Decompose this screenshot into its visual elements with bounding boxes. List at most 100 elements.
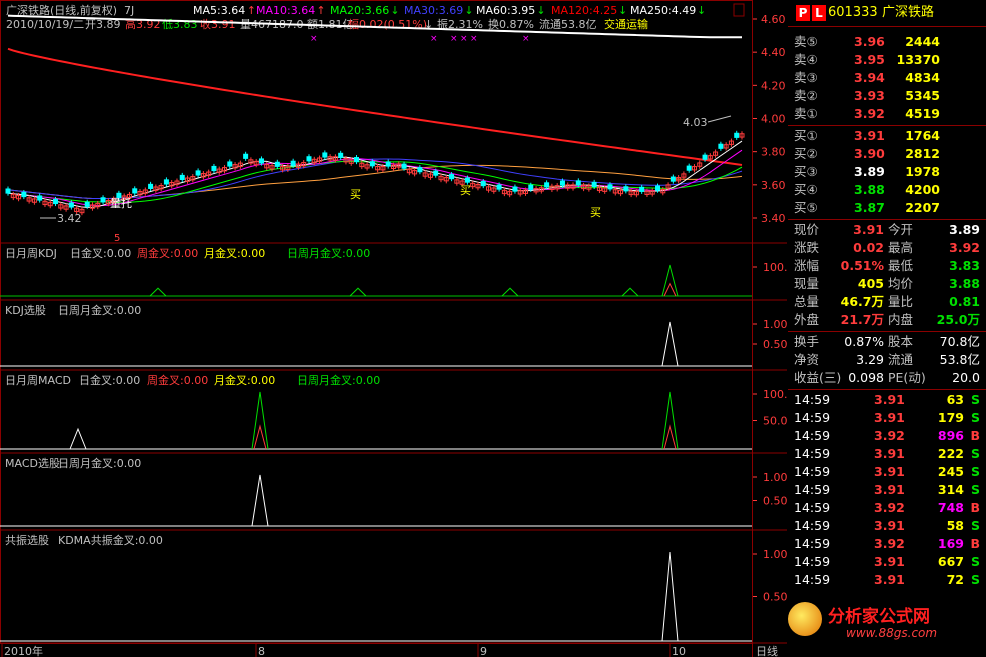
bid-price: 3.90 [854,146,885,161]
candle-body [338,152,344,158]
candle-body [227,161,233,167]
ma30-line [7,158,743,200]
ma-arrow: ↓ [390,4,399,17]
tick-row: 14:59 3.92 896 B [788,427,986,445]
p-badge[interactable]: P [796,5,810,21]
chart-canvas[interactable]: 广深铁路(日线,前复权) 7J MA5:3.64 ↑ MA10:3.64 ↑ MA20:3.… [0,0,788,657]
chart-area[interactable]: 广深铁路(日线,前复权) 7J MA5:3.64 ↑ MA10:3.64 ↑ MA20:3.… [0,0,788,657]
ask-label: 卖③ [794,70,818,85]
ask-price: 3.93 [854,88,885,103]
stat-label: 最高 [888,240,914,255]
stat-value: 3.88 [949,276,980,291]
bid-price: 3.88 [854,182,885,197]
stat-label: 收益(三) [794,370,842,385]
candle-body [702,154,708,160]
tick-price: 3.92 [874,428,905,443]
ma-label: MA5:3.64 [193,4,245,17]
fundamental-row: 换手 0.87% 股本 70.8亿 [788,333,986,351]
price-tick-label: 3.80 [761,146,786,159]
stat-value: 3.91 [853,222,884,237]
candle-body [211,165,217,172]
stat-label: 均价 [888,276,914,291]
tick-price: 3.91 [874,482,905,497]
chart-title: 广深铁路(日线,前复权) [6,3,117,17]
signal-x-marker: × [450,34,458,44]
candle-body [37,195,43,201]
stat-label: 流通 [888,352,914,367]
tick-side: S [970,482,980,497]
stat-value: 20.0 [952,370,980,385]
stat-row: 外盘 21.7万 内盘 25.0万 [788,311,986,329]
ask-label: 卖① [794,106,818,121]
candle-body [401,163,407,169]
signal-x-marker: × [430,34,438,44]
candle-body [575,180,581,186]
signal-x-marker: × [310,34,318,44]
ask-row: 卖① 3.92 4519 [788,105,986,123]
signal-spike [661,551,679,642]
panel-title: KDJ选股 [5,304,46,317]
panel-value: 日周月金叉:0.00 [58,456,141,470]
period-label: 日线 [756,644,778,657]
watermark-url: www.88gs.com [846,626,938,640]
price-tick-label: 4.60 [761,13,786,26]
candle-body [274,161,280,167]
low-annotation: 3.42 [57,212,82,225]
tick-volume: 748 [937,500,964,515]
info-text: 流通53.8亿 [539,17,597,31]
bid-label: 买④ [794,182,818,197]
stat-value: 0.87% [844,334,884,349]
ask-volume: 4834 [905,70,940,85]
bid-volume: 1978 [905,164,940,179]
panel-tick-label: 0.50 [763,495,788,508]
stat-row: 现量 405 均价 3.88 [788,275,986,293]
signal-spike [621,287,639,297]
ask-row: 卖② 3.93 5345 [788,87,986,105]
ma-label: MA60:3.95 [476,4,535,17]
bid-volume: 2207 [905,200,940,215]
panel-title: 共振选股 [5,533,49,547]
ask-label: 卖② [794,88,818,103]
candle-body [686,165,692,171]
signal-spike [251,474,269,527]
tick-price: 3.92 [874,500,905,515]
stat-value: 0.098 [848,370,884,385]
ma-label: MA30:3.69 [404,4,463,17]
site-watermark: 分析家公式网 www.88gs.com [788,600,974,657]
quote-panel: P L 601333 广深铁路 卖⑤ 3.96 2444 卖④ 3.95 13370 卖③ 3.94 4… [788,0,986,657]
stat-row: 现价 3.91 今开 3.89 [788,221,986,239]
stat-label: 涨跌 [794,240,820,255]
tick-side: B [970,536,980,551]
stat-value: 25.0万 [936,312,980,327]
candle-body [21,191,27,198]
candle-body [53,198,59,205]
signal-spike-inner [663,424,677,450]
l-badge[interactable]: L [812,5,826,21]
panel-tick-label: 1.00 [763,318,788,331]
tick-side: S [970,554,980,569]
buy-signal-1: 买 [350,188,361,201]
x-axis-label: 8 [258,645,265,657]
tick-time: 14:59 [794,500,831,515]
candle-body [559,180,565,186]
tick-volume: 63 [946,392,964,407]
volume-support-label: 量托 [110,196,132,210]
stat-value: 0.81 [949,294,980,309]
stat-label: 最低 [888,258,914,273]
price-tick-label: 3.40 [761,212,786,225]
tick-side: B [970,428,980,443]
panel-value: 月金叉:0.00 [204,246,265,260]
tick-price: 3.91 [874,464,905,479]
stat-value: 53.8亿 [939,352,980,367]
tick-volume: 179 [937,410,964,425]
ask-price: 3.94 [854,70,885,85]
tick-volume: 667 [937,554,964,569]
bid-row: 买② 3.90 2812 [788,145,986,163]
signal-x-marker: × [460,34,468,44]
panel-value: 日周月金叉:0.00 [297,373,380,387]
tick-price: 3.91 [874,446,905,461]
quote-header: P L 601333 广深铁路 [788,2,986,24]
bid-volume: 2812 [905,146,940,161]
tick-time: 14:59 [794,446,831,461]
signal-spike [661,264,679,297]
